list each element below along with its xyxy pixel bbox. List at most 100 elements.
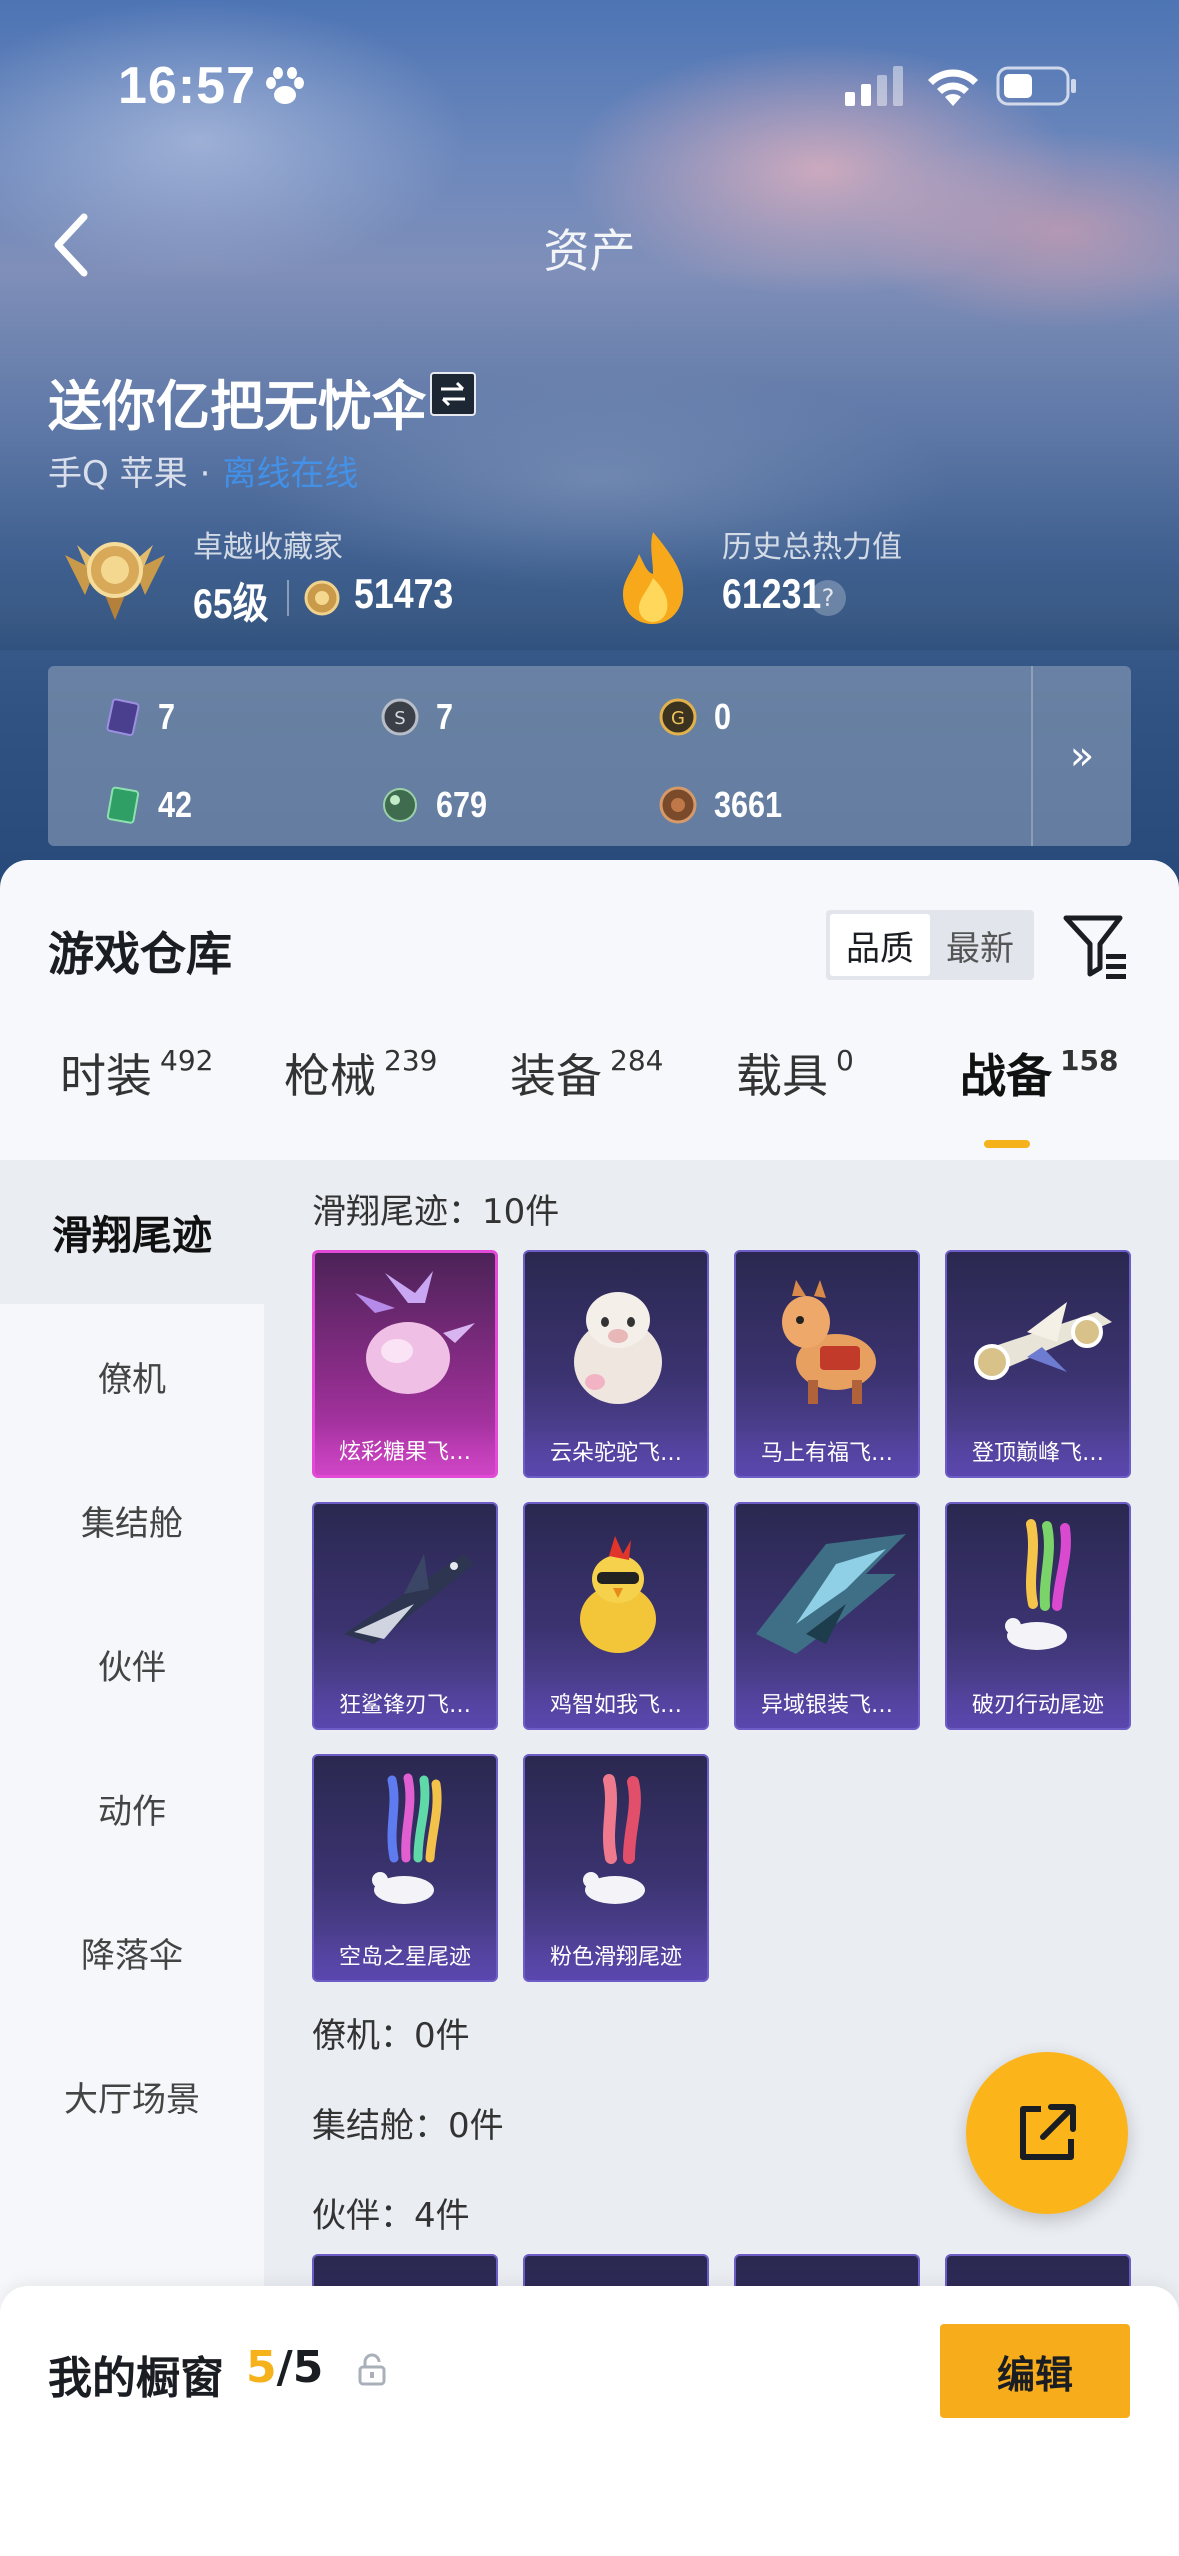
platform-label: 手Q 苹果 xyxy=(48,454,188,494)
currency-value: 7 xyxy=(158,696,176,737)
green-orb-icon xyxy=(383,788,417,822)
horse-icon xyxy=(782,1280,876,1404)
currency-item: G 0 xyxy=(658,696,734,738)
tab-count: 158 xyxy=(1060,1044,1119,1077)
currency-panel: 7 S 7 G 0 42 679 3661 » xyxy=(48,666,1131,846)
item-card[interactable]: 异域银装飞… xyxy=(734,1502,920,1730)
tab-count: 239 xyxy=(384,1044,438,1077)
sort-toggle: 品质 最新 xyxy=(826,910,1034,980)
tab-label: 载具 xyxy=(736,1049,828,1103)
chicken-icon xyxy=(580,1536,656,1653)
sort-newest-button[interactable]: 最新 xyxy=(930,914,1030,976)
purple-card-icon xyxy=(106,698,140,737)
online-status: 离线在线 xyxy=(222,454,359,494)
rainbow-trail-icon xyxy=(372,1773,442,1904)
signal-icon xyxy=(845,66,903,106)
section-wingman: 僚机：0件 xyxy=(312,2016,470,2056)
pink-trail-icon xyxy=(583,1774,645,1904)
medal-icon xyxy=(304,580,340,616)
sidebar-item-emote[interactable]: 动作 xyxy=(0,1736,264,1880)
item-label: 异域银装飞… xyxy=(736,1678,918,1728)
filter-icon[interactable] xyxy=(1062,910,1128,980)
item-label: 鸡智如我飞… xyxy=(525,1678,707,1728)
tab-fashion[interactable]: 时装 492 xyxy=(60,1040,213,1106)
stat-divider xyxy=(287,580,289,616)
candy-icon xyxy=(355,1271,475,1394)
item-label: 炫彩糖果飞… xyxy=(315,1425,495,1475)
tab-count: 0 xyxy=(836,1044,854,1077)
gold-coin-icon: G xyxy=(659,698,697,736)
item-label: 空岛之星尾迹 xyxy=(314,1930,496,1980)
tab-label: 时装 xyxy=(60,1049,152,1103)
svg-text:S: S xyxy=(394,708,405,729)
external-link-icon xyxy=(1020,2104,1076,2160)
currency-value: 42 xyxy=(158,784,193,825)
silver-coin-icon: S xyxy=(381,698,419,736)
item-card[interactable]: 登顶巅峰飞… xyxy=(945,1250,1131,1478)
heat-value: 61231 xyxy=(722,570,822,617)
active-tab-indicator xyxy=(984,1140,1030,1148)
platform-line: 手Q 苹果 · 离线在线 xyxy=(48,446,358,495)
city-skyline xyxy=(0,560,1179,650)
collector-level: 65级 xyxy=(193,580,269,627)
sidebar-item-lobby-scene[interactable]: 大厅场景 xyxy=(0,2024,264,2168)
page-title: 资产 xyxy=(543,224,636,278)
item-label: 粉色滑翔尾迹 xyxy=(525,1930,707,1980)
item-card[interactable]: 粉色滑翔尾迹 xyxy=(523,1754,709,1982)
collector-title: 卓越收藏家 xyxy=(193,530,343,565)
svg-text:G: G xyxy=(671,708,685,729)
sort-quality-button[interactable]: 品质 xyxy=(830,914,930,976)
tab-combat-gear[interactable]: 战备 158 xyxy=(960,1040,1118,1106)
currency-item: 42 xyxy=(102,784,198,826)
bronze-coin-icon xyxy=(659,786,697,824)
alpaca-icon xyxy=(574,1292,662,1404)
lock-icon xyxy=(358,2353,386,2386)
sidebar-item-wingman[interactable]: 僚机 xyxy=(0,1304,264,1448)
currency-item: 3661 xyxy=(658,784,794,826)
flame-icon xyxy=(623,532,684,624)
item-card[interactable]: 马上有福飞… xyxy=(734,1250,920,1478)
sidebar-item-assembly-pod[interactable]: 集结舱 xyxy=(0,1448,264,1592)
item-card[interactable]: 破刃行动尾迹 xyxy=(945,1502,1131,1730)
wing-icon xyxy=(756,1534,906,1654)
currency-item: 7 xyxy=(102,696,178,738)
jet-icon xyxy=(974,1302,1112,1380)
tab-label: 战备 xyxy=(960,1049,1052,1103)
collector-badge-icon xyxy=(65,542,165,620)
profile-name: 送你亿把无忧伞 xyxy=(48,375,426,438)
currency-value: 7 xyxy=(436,696,454,737)
showcase-total: /5 xyxy=(276,2342,324,2393)
item-card[interactable]: 鸡智如我飞… xyxy=(523,1502,709,1730)
tab-firearms[interactable]: 枪械 239 xyxy=(284,1040,437,1106)
item-card[interactable]: 狂鲨锋刃飞… xyxy=(312,1502,498,1730)
showcase-current: 5 xyxy=(246,2342,277,2393)
item-label: 登顶巅峰飞… xyxy=(947,1426,1129,1476)
section-glide-trail: 滑翔尾迹：10件 xyxy=(312,1192,560,1232)
currency-item: 679 xyxy=(380,784,496,826)
tab-label: 装备 xyxy=(510,1049,602,1103)
switch-account-icon[interactable] xyxy=(430,372,476,416)
item-card[interactable]: 空岛之星尾迹 xyxy=(312,1754,498,1982)
tab-equipment[interactable]: 装备 284 xyxy=(510,1040,663,1106)
separator: · xyxy=(199,454,211,494)
item-card[interactable]: 云朵驼驼飞… xyxy=(523,1250,709,1478)
currency-value: 679 xyxy=(436,784,488,825)
item-label: 破刃行动尾迹 xyxy=(947,1678,1129,1728)
currency-more-button[interactable]: » xyxy=(1031,666,1131,846)
edit-button[interactable]: 编辑 xyxy=(940,2324,1130,2418)
currency-value: 3661 xyxy=(714,784,783,825)
sidebar-item-parachute[interactable]: 降落伞 xyxy=(0,1880,264,2024)
tab-vehicles[interactable]: 载具 0 xyxy=(736,1040,854,1106)
share-button[interactable] xyxy=(966,2052,1128,2214)
item-card[interactable]: 炫彩糖果飞… xyxy=(312,1250,498,1478)
showcase-bar: 我的橱窗 5/5 编辑 xyxy=(0,2286,1179,2556)
currency-value: 0 xyxy=(714,696,732,737)
help-icon[interactable]: ? xyxy=(810,580,846,616)
sidebar-item-glide-trail[interactable]: 滑翔尾迹 xyxy=(0,1160,264,1304)
sidebar-item-partner[interactable]: 伙伴 xyxy=(0,1592,264,1736)
heat-title: 历史总热力值 xyxy=(722,530,902,565)
item-label: 云朵驼驼飞… xyxy=(525,1426,707,1476)
paw-icon xyxy=(266,67,304,104)
swap-arrows-icon xyxy=(441,381,465,407)
item-label: 马上有福飞… xyxy=(736,1426,918,1476)
